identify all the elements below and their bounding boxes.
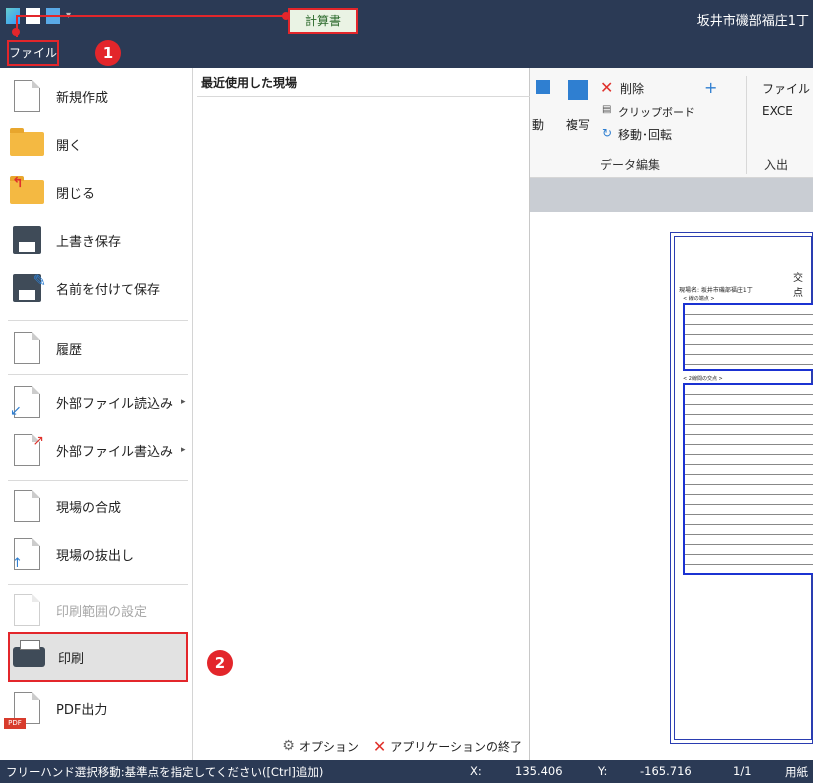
document-title: 交 点 — [793, 273, 803, 299]
clipboard-icon: ▤ — [602, 104, 612, 115]
menu-item-label: PDF出力 — [56, 702, 108, 718]
menu-item-close[interactable]: ↰ 閉じる — [8, 168, 188, 216]
menu-item-save-as[interactable]: ✎ 名前を付けて保存 — [8, 264, 188, 312]
document-section-1: < 線の端点 > — [683, 296, 715, 302]
options-label: オプション — [298, 739, 359, 754]
menu-item-pdf-export[interactable]: PDF PDF出力 — [4, 684, 188, 732]
menu-item-label: 外部ファイル読込み — [56, 396, 174, 412]
document-table-1 — [683, 303, 813, 371]
copy-icon — [568, 80, 588, 100]
copy-button[interactable]: 複写 — [566, 116, 590, 133]
menu-item-label: 現場の抜出し — [56, 548, 135, 564]
menu-item-label: 印刷 — [58, 651, 85, 667]
document-tab-strip — [530, 178, 813, 212]
x-coord-label: X: — [470, 764, 482, 778]
pdf-badge: PDF — [4, 718, 26, 729]
menu-item-merge[interactable]: 現場の合成 — [8, 482, 188, 530]
callout-dot — [282, 12, 290, 20]
delete-button[interactable]: 削除 — [620, 80, 644, 97]
y-coord-value: -165.716 — [640, 764, 692, 778]
callout-connector — [16, 15, 288, 37]
group-io: 入出 — [764, 158, 789, 172]
recent-sites-divider — [197, 96, 530, 97]
menu-item-extract[interactable]: ↑ 現場の抜出し — [8, 530, 188, 578]
extract-icon: ↑ — [8, 537, 46, 571]
ribbon-separator — [746, 76, 747, 174]
options-button[interactable]: ⚙ オプション — [282, 738, 359, 755]
exit-app-button[interactable]: ✕ アプリケーションの終了 — [373, 737, 522, 756]
history-icon — [8, 331, 46, 365]
document-section-2: < 2線間の交点 > — [683, 376, 723, 382]
menu-divider — [8, 480, 188, 481]
gear-icon: ⚙ — [282, 738, 295, 754]
menu-item-open[interactable]: 開く — [8, 120, 188, 168]
folder-icon — [8, 127, 46, 161]
menu-item-print[interactable]: 印刷 — [8, 632, 188, 682]
page-indicator: 1/1 — [733, 764, 752, 778]
menu-item-label: 現場の合成 — [56, 500, 122, 516]
menu-item-export[interactable]: ↗ 外部ファイル書込み ▸ — [8, 426, 188, 474]
menu-item-label: 履歴 — [56, 342, 83, 358]
menu-divider — [8, 374, 188, 375]
move-rotate-icon: ↻ — [602, 126, 613, 140]
file-tab[interactable]: ファイル — [7, 40, 59, 66]
menu-item-label: 開く — [56, 138, 83, 154]
menu-item-history[interactable]: 履歴 — [8, 324, 188, 372]
merge-icon — [8, 489, 46, 523]
status-message: フリーハンド選択移動:基準点を指定してください([Ctrl]追加) — [6, 765, 324, 779]
status-bar: フリーハンド選択移動:基準点を指定してください([Ctrl]追加) X: 135… — [0, 760, 813, 783]
window-title: 坂井市磯部福庄1丁 — [696, 14, 809, 29]
print-preview-page: 交 点 現場名: 坂井市磯部福庄1丁 < 線の端点 > < 2線間の交点 > — [670, 232, 813, 744]
menu-item-print-range: 印刷範囲の設定 — [8, 586, 188, 634]
submenu-arrow-icon: ▸ — [181, 445, 186, 455]
document-table-2 — [683, 383, 813, 575]
paper-label: 用紙 — [785, 765, 808, 779]
close-icon: ✕ — [372, 736, 387, 756]
menu-item-new[interactable]: 新規作成 — [8, 72, 188, 120]
backstage-menu: 新規作成 開く ↰ 閉じる 上書き保存 ✎ 名前を付けて保存 履歴 ↙ 外部ファ… — [0, 68, 193, 760]
submenu-arrow-icon: ▸ — [181, 397, 186, 407]
save-as-icon: ✎ — [8, 271, 46, 305]
new-document-icon — [8, 79, 46, 113]
ribbon: 動 複写 ✕ 削除 ▤ クリップボード ↻ 移動･回転 + ファイル EXCE … — [530, 68, 813, 178]
excel-button[interactable]: EXCE — [762, 104, 793, 118]
export-icon: ↗ — [8, 433, 46, 467]
exit-app-label: アプリケーションの終了 — [390, 739, 522, 754]
group-data-edit: データ編集 — [600, 158, 661, 172]
print-range-icon — [8, 593, 46, 627]
backstage-footer: ⚙ オプション ✕ アプリケーションの終了 — [193, 732, 530, 760]
close-folder-icon: ↰ — [8, 175, 46, 209]
menu-item-label: 名前を付けて保存 — [56, 282, 161, 298]
move-arrow-icon — [536, 80, 550, 94]
recent-sites-title: 最近使用した現場 — [201, 76, 298, 90]
menu-item-label: 閉じる — [56, 186, 96, 202]
menu-divider — [8, 584, 188, 585]
callout-dot — [12, 28, 20, 36]
pdf-icon: PDF — [4, 691, 46, 729]
plus-icon[interactable]: + — [704, 78, 717, 97]
backstage-header — [0, 34, 530, 68]
menu-item-label: 外部ファイル書込み — [56, 444, 174, 460]
printer-icon — [10, 640, 48, 674]
tab-calculation-report[interactable]: 計算書 — [288, 8, 358, 34]
y-coord-label: Y: — [598, 764, 608, 778]
clipboard-button[interactable]: クリップボード — [618, 104, 695, 120]
move-button[interactable]: 動 — [532, 116, 544, 133]
menu-item-label: 新規作成 — [56, 90, 109, 106]
move-rotate-button[interactable]: 移動･回転 — [618, 126, 672, 143]
ribbon-tab-strip — [530, 34, 813, 68]
import-icon: ↙ — [8, 385, 46, 419]
callout-badge-2: 2 — [207, 650, 233, 676]
delete-icon: ✕ — [600, 78, 614, 97]
x-coord-value: 135.406 — [515, 764, 563, 778]
file-import-button[interactable]: ファイル — [762, 80, 810, 97]
menu-item-save[interactable]: 上書き保存 — [8, 216, 188, 264]
menu-item-label: 印刷範囲の設定 — [56, 604, 148, 620]
menu-item-import[interactable]: ↙ 外部ファイル読込み ▸ — [8, 378, 188, 426]
menu-item-label: 上書き保存 — [56, 234, 122, 250]
menu-divider — [8, 320, 188, 321]
document-site-name: 現場名: 坂井市磯部福庄1丁 — [679, 287, 753, 294]
save-icon — [8, 223, 46, 257]
callout-badge-1: 1 — [95, 40, 121, 66]
